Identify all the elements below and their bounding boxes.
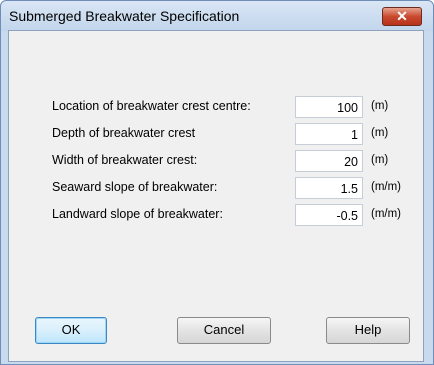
seaward-slope-label: Seaward slope of breakwater:: [52, 180, 218, 194]
title-bar[interactable]: Submerged Breakwater Specification ✕: [1, 1, 433, 31]
crest-location-unit: (m): [371, 100, 389, 112]
crest-width-input[interactable]: [295, 150, 363, 172]
help-button[interactable]: Help: [326, 317, 410, 344]
cancel-button[interactable]: Cancel: [177, 317, 271, 344]
crest-depth-label: Depth of breakwater crest: [52, 126, 196, 140]
seaward-slope-unit: (m/m): [371, 181, 402, 193]
close-button[interactable]: ✕: [382, 7, 422, 26]
crest-width-unit: (m): [371, 154, 389, 166]
landward-slope-label: Landward slope of breakwater:: [52, 207, 223, 221]
crest-location-label: Location of breakwater crest centre:: [52, 99, 251, 113]
window-title: Submerged Breakwater Specification: [9, 8, 240, 24]
crest-width-label: Width of breakwater crest:: [52, 153, 198, 167]
seaward-slope-input[interactable]: [295, 177, 363, 199]
crest-depth-unit: (m): [371, 127, 389, 139]
ok-button[interactable]: OK: [35, 317, 107, 344]
landward-slope-unit: (m/m): [371, 208, 402, 220]
close-icon: ✕: [396, 8, 408, 24]
crest-location-input[interactable]: [295, 96, 363, 118]
landward-slope-input[interactable]: [295, 204, 363, 226]
crest-depth-input[interactable]: [295, 123, 363, 145]
